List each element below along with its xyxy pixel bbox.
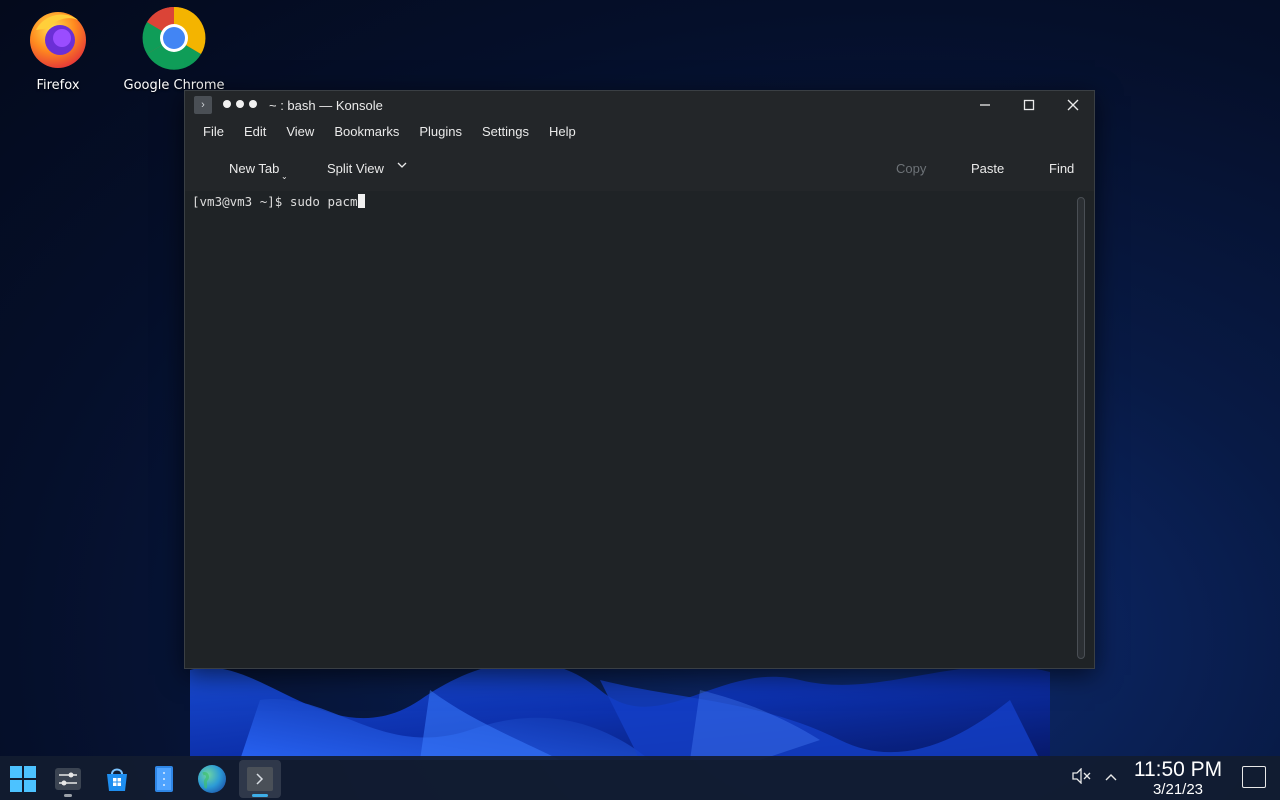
find-label: Find (1049, 161, 1075, 176)
maximize-icon (1023, 99, 1035, 111)
desktop-icon-label: Firefox (36, 78, 80, 93)
taskbar: 11:50 PM 3/21/23 (0, 756, 1280, 800)
paste-label: Paste (971, 161, 1005, 176)
taskbar-browser[interactable] (191, 760, 233, 798)
window-title: ~ : bash — Konsole (269, 98, 383, 113)
menu-edit[interactable]: Edit (234, 124, 276, 139)
title-bar[interactable]: › ~ : bash — Konsole (185, 91, 1094, 119)
terminal-area[interactable]: [vm3@vm3 ~]$ sudo pacm (185, 191, 1094, 668)
show-desktop-button[interactable] (1242, 766, 1266, 788)
copy-label: Copy (896, 161, 927, 176)
system-settings-icon (55, 768, 81, 790)
menu-file[interactable]: File (193, 124, 234, 139)
terminal-line: [vm3@vm3 ~]$ sudo pacm (192, 194, 1087, 209)
file-manager-icon (155, 766, 173, 792)
menu-help[interactable]: Help (539, 124, 586, 139)
running-indicator (64, 794, 72, 797)
paste-button[interactable]: Paste (971, 161, 1004, 176)
konsole-window: › ~ : bash — Konsole File Edit View Book… (184, 90, 1095, 669)
active-window-indicator (252, 794, 268, 797)
konsole-app-icon[interactable]: › (194, 96, 212, 114)
chevron-up-icon (1105, 774, 1117, 781)
taskbar-konsole[interactable] (239, 760, 281, 798)
split-view-button[interactable]: Split View (327, 161, 384, 176)
taskbar-app-store[interactable] (96, 760, 138, 798)
menu-bookmarks[interactable]: Bookmarks (324, 124, 409, 139)
desktop-icon-google-chrome[interactable]: Google Chrome (119, 6, 229, 93)
split-view-label: Split View (327, 161, 384, 176)
new-tab-dropdown-icon: ⌄ (280, 172, 288, 181)
volume-muted-icon (1072, 767, 1091, 785)
maximize-button[interactable] (1015, 93, 1043, 117)
konsole-icon (247, 767, 273, 791)
chrome-icon (142, 6, 206, 70)
close-button[interactable] (1059, 93, 1087, 117)
tab-dots-icon[interactable] (223, 100, 257, 108)
clock[interactable]: 11:50 PM 3/21/23 (1126, 758, 1230, 798)
app-store-icon (107, 768, 127, 791)
menu-view[interactable]: View (276, 124, 324, 139)
shell-prompt: [vm3@vm3 ~]$ (192, 194, 290, 209)
volume-muted-button[interactable] (1072, 767, 1092, 788)
toolbar: New Tab ⌄ Split View Copy Paste Find (185, 153, 1094, 185)
chevron-down-icon (397, 162, 407, 168)
browser-icon (198, 765, 226, 793)
new-tab-button[interactable]: New Tab ⌄ (229, 161, 290, 181)
menu-settings[interactable]: Settings (472, 124, 539, 139)
command-input: sudo pacm (289, 194, 358, 209)
desktop-icon-firefox[interactable]: Firefox (3, 6, 113, 93)
menu-plugins[interactable]: Plugins (409, 124, 472, 139)
clock-date: 3/21/23 (1152, 781, 1204, 798)
text-cursor (357, 194, 365, 208)
minimize-button[interactable] (971, 93, 999, 117)
tray-expand-button[interactable] (1104, 769, 1118, 787)
terminal-scrollbar[interactable] (1077, 197, 1085, 659)
find-button[interactable]: Find (1049, 161, 1074, 176)
taskbar-file-manager[interactable] (143, 760, 185, 798)
start-menu-button[interactable] (2, 760, 44, 798)
new-tab-label: New Tab (229, 161, 280, 176)
firefox-icon (30, 12, 86, 68)
split-view-dropdown[interactable] (396, 159, 408, 174)
minimize-icon (980, 104, 990, 106)
clock-time: 11:50 PM (1133, 758, 1223, 781)
start-menu-icon (10, 766, 36, 792)
close-icon (1067, 99, 1079, 111)
taskbar-system-settings[interactable] (47, 760, 89, 798)
copy-button[interactable]: Copy (896, 161, 926, 176)
menu-bar: File Edit View Bookmarks Plugins Setting… (185, 119, 1094, 143)
